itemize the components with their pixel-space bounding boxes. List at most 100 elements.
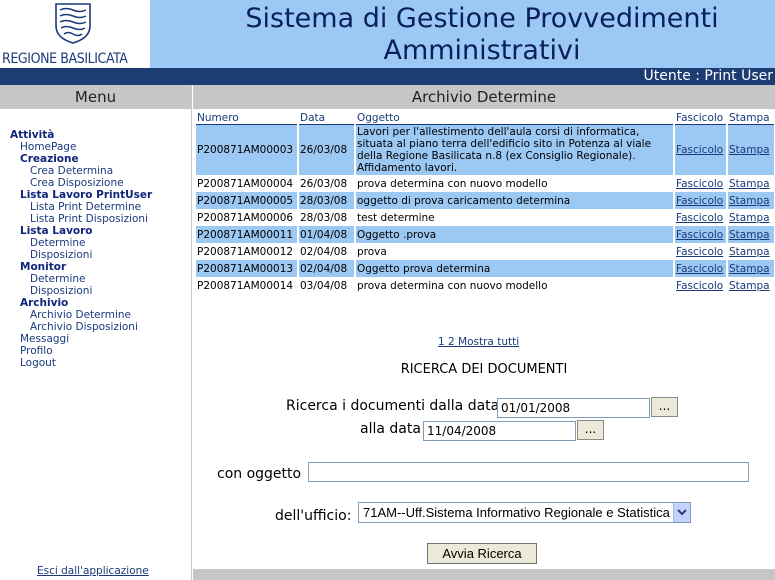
cell-numero: P200871AM00011 — [196, 226, 297, 243]
main-panel: Archivio Determine Numero Data Oggetto F… — [193, 85, 775, 580]
stampa-link[interactable]: Stampa — [728, 226, 774, 243]
menu-item-crea-determina[interactable]: Crea Determina — [10, 165, 152, 177]
determine-table: Numero Data Oggetto Fascicolo Stampa P20… — [194, 111, 775, 294]
stampa-link[interactable]: Stampa — [728, 260, 774, 277]
cell-numero: P200871AM00003 — [196, 125, 297, 175]
table-header-row: Numero Data Oggetto Fascicolo Stampa — [196, 111, 774, 125]
menu-item-lista-lavoro-disposizioni[interactable]: Disposizioni — [10, 249, 152, 261]
menu-list: Attività HomePage Creazione Crea Determi… — [10, 129, 152, 369]
menu-section-monitor: Monitor — [20, 261, 67, 273]
cell-data: 02/04/08 — [299, 260, 354, 277]
stampa-link[interactable]: Stampa — [728, 277, 774, 294]
date-to-picker-button[interactable]: ... — [577, 420, 604, 440]
region-crest-icon — [55, 3, 91, 44]
page-title: Archivio Determine — [193, 85, 775, 109]
table-row: P200871AM00014 03/04/08 prova determina … — [196, 277, 774, 294]
stampa-link[interactable]: Stampa — [728, 125, 774, 175]
menu-item-messaggi[interactable]: Messaggi — [10, 333, 152, 345]
table-row: P200871AM00013 02/04/08 Oggetto prova de… — [196, 260, 774, 277]
menu-section-archivio: Archivio — [20, 297, 69, 309]
table-row: P200871AM00005 28/03/08 oggetto di prova… — [196, 192, 774, 209]
cell-numero: P200871AM00012 — [197, 245, 294, 258]
cell-data: 28/03/08 — [300, 211, 348, 224]
menu-item-lista-lavoro-determine[interactable]: Determine — [10, 237, 152, 249]
stampa-link[interactable]: Stampa — [728, 175, 774, 192]
table-row: P200871AM00006 28/03/08 test determine F… — [196, 209, 774, 226]
menu-section-attivita: Attività — [10, 129, 55, 141]
fascicolo-link[interactable]: Fascicolo — [675, 277, 726, 294]
sidebar: Menu Attività HomePage Creazione Crea De… — [0, 85, 192, 580]
exit-link[interactable]: Esci dall'applicazione — [37, 565, 149, 577]
cell-oggetto: oggetto di prova caricamento determina — [356, 192, 673, 209]
app-title-line2: Amministrativi — [383, 35, 581, 66]
col-header-numero: Numero — [196, 111, 297, 125]
date-from-label: Ricerca i documenti dalla data — [286, 398, 500, 414]
cell-data: 28/03/08 — [299, 192, 354, 209]
menu-item-lista-print-determine[interactable]: Lista Print Determine — [10, 201, 152, 213]
office-label: dell'ufficio: — [275, 508, 352, 524]
menu-section-lista-lavoro: Lista Lavoro — [20, 225, 93, 237]
cell-data: 03/04/08 — [300, 279, 348, 292]
fascicolo-link[interactable]: Fascicolo — [675, 260, 726, 277]
fascicolo-link[interactable]: Fascicolo — [675, 192, 726, 209]
menu-section-lista-printuser: Lista Lavoro PrintUser — [20, 189, 153, 201]
cell-numero: P200871AM00013 — [196, 260, 297, 277]
user-bar: Utente : Print User — [0, 68, 775, 85]
menu-item-archivio-determine[interactable]: Archivio Determine — [10, 309, 152, 321]
menu-item-archivio-disposizioni[interactable]: Archivio Disposizioni — [10, 321, 152, 333]
logo: REGIONE BASILICATA — [0, 0, 150, 68]
fascicolo-link[interactable]: Fascicolo — [675, 226, 726, 243]
date-from-picker-button[interactable]: ... — [651, 397, 678, 417]
cell-data: 26/03/08 — [299, 125, 354, 175]
date-to-input[interactable] — [423, 421, 576, 441]
menu-item-logout[interactable]: Logout — [10, 357, 152, 369]
fascicolo-link[interactable]: Fascicolo — [675, 125, 726, 175]
subject-input[interactable] — [308, 462, 749, 482]
office-select-value: 71AM--Uff.Sistema Informativo Regionale … — [363, 505, 670, 520]
app-title-line1: Sistema di Gestione Provvedimenti — [245, 3, 719, 34]
menu-item-crea-disposizione[interactable]: Crea Disposizione — [10, 177, 152, 189]
col-header-stampa: Stampa — [728, 111, 774, 125]
app-title: Sistema di Gestione Provvedimenti Ammini… — [192, 3, 772, 67]
table-row: P200871AM00004 26/03/08 prova determina … — [196, 175, 774, 192]
table-row: P200871AM00011 01/04/08 Oggetto .prova F… — [196, 226, 774, 243]
menu-title: Menu — [0, 85, 191, 109]
cell-oggetto: prova determina con nuovo modello — [357, 279, 548, 292]
stampa-link[interactable]: Stampa — [728, 243, 774, 260]
menu-item-monitor-disposizioni[interactable]: Disposizioni — [10, 285, 152, 297]
chevron-down-icon[interactable] — [673, 503, 690, 522]
menu-item-monitor-determine[interactable]: Determine — [10, 273, 152, 285]
cell-data: 02/04/08 — [300, 245, 348, 258]
cell-oggetto: prova — [357, 245, 387, 258]
cell-data: 26/03/08 — [300, 177, 348, 190]
subject-label: con oggetto — [217, 466, 302, 482]
cell-oggetto: Lavori per l'allestimento dell'aula cors… — [356, 125, 673, 175]
col-header-oggetto: Oggetto — [356, 111, 673, 125]
cell-numero: P200871AM00005 — [196, 192, 297, 209]
col-header-fascicolo: Fascicolo — [675, 111, 726, 125]
fascicolo-link[interactable]: Fascicolo — [675, 243, 726, 260]
date-from-input[interactable] — [497, 398, 650, 418]
menu-item-profilo[interactable]: Profilo — [10, 345, 152, 357]
cell-numero: P200871AM00014 — [197, 279, 294, 292]
cell-oggetto: Oggetto prova determina — [356, 260, 673, 277]
cell-oggetto: Oggetto .prova — [356, 226, 673, 243]
search-title: RICERCA DEI DOCUMENTI — [400, 362, 568, 377]
cell-oggetto: test determine — [357, 211, 435, 224]
header: REGIONE BASILICATA Sistema di Gestione P… — [0, 0, 775, 68]
cell-numero: P200871AM00004 — [197, 177, 294, 190]
fascicolo-link[interactable]: Fascicolo — [675, 209, 726, 226]
pagination[interactable]: 1 2 Mostra tutti — [438, 336, 519, 348]
region-name: REGIONE BASILICATA — [2, 51, 128, 67]
menu-item-lista-print-disposizioni[interactable]: Lista Print Disposizioni — [10, 213, 152, 225]
menu-section-creazione: Creazione — [20, 153, 79, 165]
cell-numero: P200871AM00006 — [197, 211, 294, 224]
search-button[interactable]: Avvia Ricerca — [427, 543, 537, 564]
table-row: P200871AM00003 26/03/08 Lavori per l'all… — [196, 125, 774, 175]
stampa-link[interactable]: Stampa — [728, 192, 774, 209]
menu-item-homepage[interactable]: HomePage — [10, 141, 152, 153]
stampa-link[interactable]: Stampa — [728, 209, 774, 226]
date-to-label: alla data — [360, 421, 421, 437]
office-select[interactable]: 71AM--Uff.Sistema Informativo Regionale … — [358, 502, 691, 523]
fascicolo-link[interactable]: Fascicolo — [675, 175, 726, 192]
